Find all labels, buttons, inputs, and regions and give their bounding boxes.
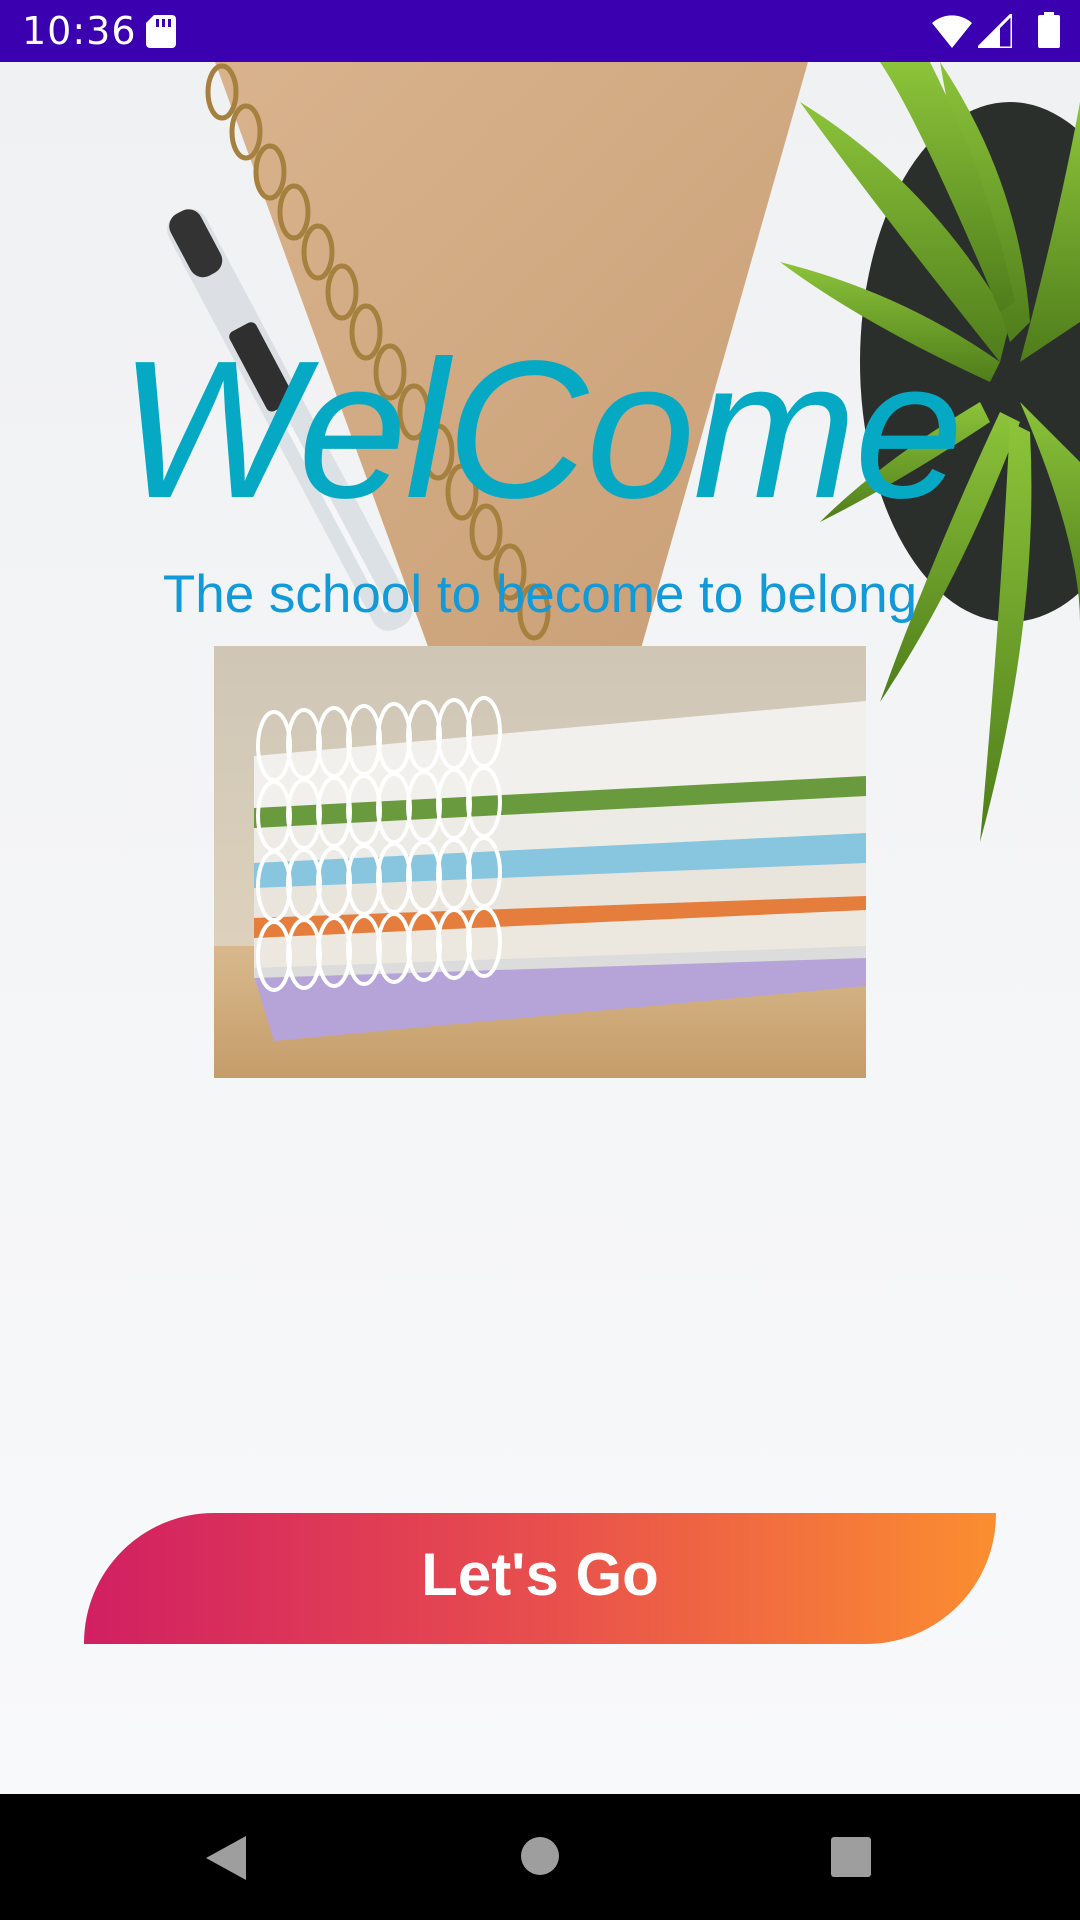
home-icon[interactable] <box>520 1836 560 1876</box>
tagline: The school to become to belong <box>162 565 918 624</box>
wifi-icon <box>932 15 972 48</box>
navigation-bar <box>0 1794 1080 1920</box>
welcome-screen: 10:36 WelCome The school to become to be… <box>0 0 1080 1920</box>
lets-go-button[interactable]: Let's Go <box>84 1513 996 1644</box>
lets-go-label: Let's Go <box>421 1541 659 1608</box>
sd-card-icon <box>146 15 176 48</box>
status-icons <box>920 12 1060 50</box>
welcome-title: WelCome <box>118 320 964 539</box>
status-bar: 10:36 <box>0 0 1080 62</box>
status-time: 10:36 <box>22 9 137 53</box>
battery-icon <box>1038 12 1060 48</box>
notebooks-photo <box>214 646 866 1078</box>
recents-icon[interactable] <box>830 1836 872 1878</box>
back-icon[interactable] <box>204 1834 248 1882</box>
signal-icon <box>978 14 1012 48</box>
